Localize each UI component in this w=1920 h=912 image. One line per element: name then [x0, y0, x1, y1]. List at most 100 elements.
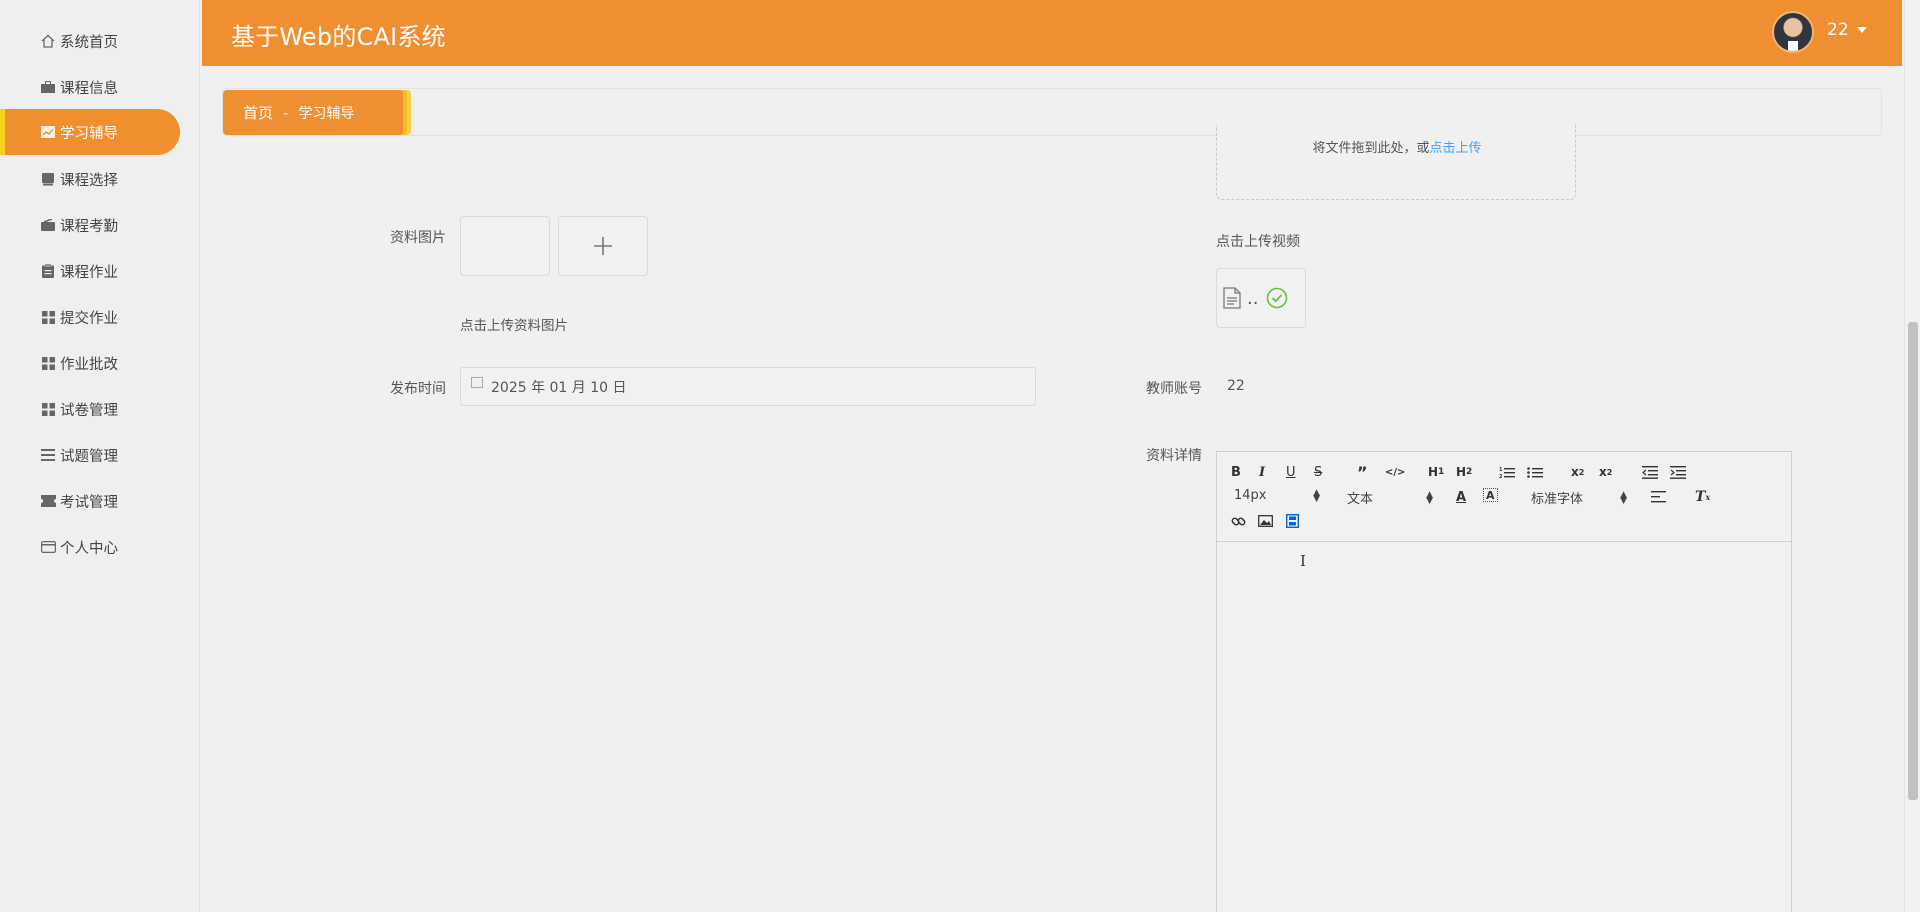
- image-icon[interactable]: [1258, 512, 1273, 530]
- blockquote-icon[interactable]: ”: [1357, 463, 1368, 482]
- sidebar-item-course-select[interactable]: 课程选择: [0, 156, 180, 202]
- editor-toolbar: B I U S ” </> H1 H2 12 x2 x2 14px ▲ ▼ 文本 …: [1217, 452, 1791, 542]
- sidebar-item-label: 作业批改: [60, 356, 118, 373]
- breadcrumb-separator: -: [283, 103, 289, 122]
- svg-text:2: 2: [1499, 474, 1503, 479]
- updown-icon: ▲ ▼: [1426, 489, 1433, 506]
- video-icon[interactable]: [1286, 512, 1299, 530]
- underline-icon[interactable]: U: [1286, 463, 1296, 481]
- heading-2-icon[interactable]: H2: [1456, 463, 1472, 481]
- briefcase-icon: [40, 79, 56, 95]
- block-type-value: 文本: [1347, 492, 1374, 507]
- sidebar-item-label: 个人中心: [60, 540, 118, 557]
- sidebar-item-attendance[interactable]: 课程考勤: [0, 202, 180, 248]
- sidebar-item-exam-manage[interactable]: 考试管理: [0, 478, 180, 524]
- video-upload-hint: 点击上传视频: [1216, 234, 1300, 250]
- image-thumbnail[interactable]: [460, 216, 550, 276]
- user-name[interactable]: 22: [1827, 20, 1849, 40]
- italic-icon[interactable]: I: [1259, 463, 1265, 481]
- updown-icon: ▲ ▼: [1313, 487, 1320, 504]
- image-upload-button[interactable]: [558, 216, 648, 276]
- publish-time-input[interactable]: 2025 年 01 月 10 日: [460, 367, 1036, 406]
- sidebar-item-label: 提交作业: [60, 310, 118, 327]
- sidebar-item-grading[interactable]: 作业批改: [0, 340, 180, 386]
- list-icon: [40, 447, 56, 463]
- sidebar-item-label: 试题管理: [60, 448, 118, 465]
- grid-icon: [40, 401, 56, 417]
- calendar-icon: [471, 377, 483, 388]
- publish-time-label: 发布时间: [390, 381, 446, 397]
- font-color-icon[interactable]: A: [1456, 488, 1466, 506]
- home-icon: [40, 33, 56, 49]
- heading-1-icon[interactable]: H1: [1428, 463, 1444, 481]
- bullet-list-icon[interactable]: [1527, 463, 1543, 481]
- top-header: 基于Web的CAI系统 22: [202, 0, 1902, 66]
- sidebar-item-study-guide[interactable]: 学习辅导: [0, 109, 180, 155]
- link-icon[interactable]: [1231, 512, 1246, 530]
- avatar[interactable]: [1772, 11, 1814, 53]
- sidebar-item-label: 课程考勤: [60, 218, 118, 235]
- sidebar-item-profile[interactable]: 个人中心: [0, 524, 180, 570]
- sidebar: 系统首页 课程信息 学习辅导 课程选择 课程考勤 课程作业 提交作业 作业批改 …: [0, 0, 200, 912]
- rich-text-editor: B I U S ” </> H1 H2 12 x2 x2 14px ▲ ▼ 文本 …: [1216, 451, 1792, 912]
- font-size-select[interactable]: 14px ▲ ▼: [1234, 488, 1320, 503]
- grid-icon: [40, 355, 56, 371]
- file-dropzone[interactable]: 将文件拖到此处，或点击上传: [1216, 125, 1576, 200]
- dropzone-text: 将文件拖到此处，或点击上传: [1217, 137, 1577, 156]
- strikethrough-icon[interactable]: S: [1314, 463, 1322, 481]
- detail-label: 资料详情: [1146, 448, 1202, 464]
- teacher-account-label: 教师账号: [1146, 381, 1202, 397]
- video-file-card[interactable]: ..: [1216, 268, 1306, 328]
- clear-format-icon[interactable]: Tx: [1695, 488, 1710, 506]
- svg-text:1: 1: [1499, 467, 1503, 473]
- dropzone-upload-link[interactable]: 点击上传: [1430, 141, 1482, 156]
- dropzone-hint: 将文件拖到此处，或: [1312, 141, 1430, 156]
- code-icon[interactable]: </>: [1385, 463, 1405, 481]
- font-size-value: 14px: [1234, 488, 1267, 503]
- sidebar-item-home[interactable]: 系统首页: [0, 18, 180, 64]
- sidebar-item-course-info[interactable]: 课程信息: [0, 64, 180, 110]
- check-circle-icon: [1267, 287, 1288, 309]
- ticket-icon: [40, 493, 56, 509]
- indent-icon[interactable]: [1670, 463, 1686, 481]
- sidebar-item-label: 试卷管理: [60, 402, 118, 419]
- card-icon: [40, 539, 56, 555]
- book-icon: [40, 171, 56, 187]
- block-type-select[interactable]: 文本 ▲ ▼: [1347, 488, 1433, 507]
- sidebar-item-label: 课程信息: [60, 80, 118, 97]
- sidebar-item-label: 考试管理: [60, 494, 118, 511]
- sidebar-item-label: 学习辅导: [60, 125, 118, 142]
- breadcrumb-current: 学习辅导: [298, 105, 355, 122]
- subscript-icon[interactable]: x2: [1571, 463, 1584, 481]
- chevron-down-icon[interactable]: [1857, 27, 1867, 33]
- sidebar-item-label: 系统首页: [60, 34, 118, 51]
- breadcrumb-tag: 首页 - 学习辅导: [223, 90, 403, 135]
- plus-icon: [594, 237, 612, 255]
- updown-icon: ▲ ▼: [1620, 489, 1627, 506]
- clipboard-icon: [40, 263, 56, 279]
- font-family-value: 标准字体: [1531, 492, 1584, 507]
- bold-icon[interactable]: B: [1231, 463, 1241, 481]
- breadcrumb-home[interactable]: 首页: [243, 102, 273, 123]
- text-cursor-icon: I: [1300, 552, 1306, 570]
- page-scrollbar[interactable]: [1904, 0, 1920, 912]
- grid-icon: [40, 309, 56, 325]
- font-family-select[interactable]: 标准字体 ▲ ▼: [1531, 488, 1627, 507]
- sidebar-item-question-manage[interactable]: 试题管理: [0, 432, 180, 478]
- sidebar-item-homework[interactable]: 课程作业: [0, 248, 180, 294]
- outdent-icon[interactable]: [1642, 463, 1658, 481]
- publish-time-value: 2025 年 01 月 10 日: [491, 379, 627, 396]
- image-label: 资料图片: [390, 230, 446, 246]
- app-title: 基于Web的CAI系统: [231, 23, 446, 51]
- sidebar-item-submit-homework[interactable]: 提交作业: [0, 294, 180, 340]
- sidebar-item-label: 课程作业: [60, 264, 118, 281]
- chart-icon: [40, 124, 56, 140]
- align-icon[interactable]: [1651, 488, 1666, 506]
- scrollbar-thumb[interactable]: [1908, 322, 1918, 800]
- superscript-icon[interactable]: x2: [1599, 463, 1612, 481]
- document-icon: [1223, 287, 1241, 309]
- sidebar-item-paper-manage[interactable]: 试卷管理: [0, 386, 180, 432]
- ordered-list-icon[interactable]: 12: [1499, 463, 1515, 481]
- breadcrumb: 首页 - 学习辅导: [222, 88, 1882, 136]
- background-color-icon[interactable]: A: [1483, 488, 1498, 502]
